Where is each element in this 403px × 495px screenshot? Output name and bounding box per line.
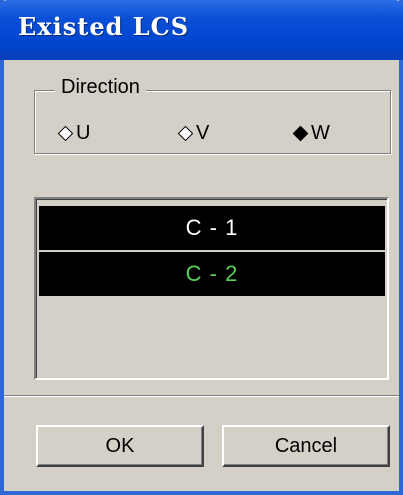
ok-button-label: OK [105, 434, 135, 457]
list-item[interactable]: C - 2 [39, 252, 385, 296]
radio-diamond-selected-icon [292, 125, 309, 141]
lcs-list-frame: C - 1 C - 2 [36, 199, 387, 378]
title-bar[interactable]: Existed LCS [0, 0, 403, 60]
separator [4, 395, 399, 397]
radio-label-u: U [76, 121, 91, 144]
radio-label-w: W [311, 121, 330, 144]
direction-group-label: Direction [55, 76, 146, 99]
radio-label-v: V [196, 121, 210, 144]
direction-group: Direction U V W [34, 76, 391, 154]
direction-radio-v[interactable]: V [177, 121, 210, 145]
ok-button[interactable]: OK [36, 425, 204, 467]
direction-radio-w[interactable]: W [292, 121, 330, 145]
direction-radio-u[interactable]: U [57, 121, 91, 145]
radio-diamond-icon [57, 125, 74, 141]
list-item-label: C - 1 [185, 215, 239, 240]
lcs-list[interactable]: C - 1 C - 2 [34, 197, 389, 380]
cancel-button-label: Cancel [274, 434, 338, 457]
cancel-button[interactable]: Cancel [222, 425, 390, 467]
window-title: Existed LCS [18, 12, 190, 41]
list-item[interactable]: C - 1 [39, 206, 385, 250]
radio-diamond-icon [177, 125, 194, 141]
list-item-label: C - 2 [185, 261, 239, 286]
dialog-window: Existed LCS Direction U V W C - 1 C - 2 … [0, 0, 403, 495]
